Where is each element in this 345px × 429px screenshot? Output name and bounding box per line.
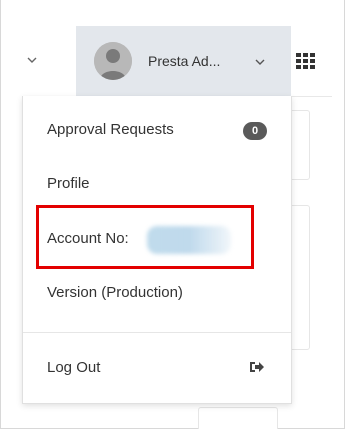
user-menu-toggle[interactable]: Presta Ad...: [76, 26, 291, 96]
menu-item-label: Log Out: [47, 359, 101, 376]
menu-item-profile[interactable]: Profile: [23, 166, 291, 202]
chevron-down-icon: [254, 55, 266, 67]
user-avatar-icon: [94, 42, 132, 80]
menu-item-logout[interactable]: Log Out: [23, 350, 291, 386]
menu-divider: [23, 332, 291, 333]
user-dropdown-menu: Approval Requests 0 Profile Account No: …: [22, 96, 292, 404]
menu-item-label: Profile: [47, 175, 90, 192]
grid-menu-icon[interactable]: [294, 49, 318, 73]
sign-out-icon: [249, 360, 265, 374]
account-number-redacted: [147, 226, 231, 254]
menu-item-label: Approval Requests: [47, 121, 174, 138]
menu-item-approval-requests[interactable]: Approval Requests 0: [23, 112, 291, 148]
chevron-down-icon[interactable]: [26, 54, 38, 66]
approval-count-badge: 0: [243, 122, 267, 140]
menu-item-version: Version (Production): [23, 275, 291, 311]
menu-item-label: Account No:: [47, 230, 129, 247]
menu-item-label: Version (Production): [47, 284, 183, 301]
menu-item-account-number: Account No:: [23, 221, 291, 257]
screen: Presta Ad... Approval Requests 0 Profile: [0, 0, 345, 429]
user-display-name: Presta Ad...: [148, 53, 221, 69]
background-button: [198, 407, 278, 429]
